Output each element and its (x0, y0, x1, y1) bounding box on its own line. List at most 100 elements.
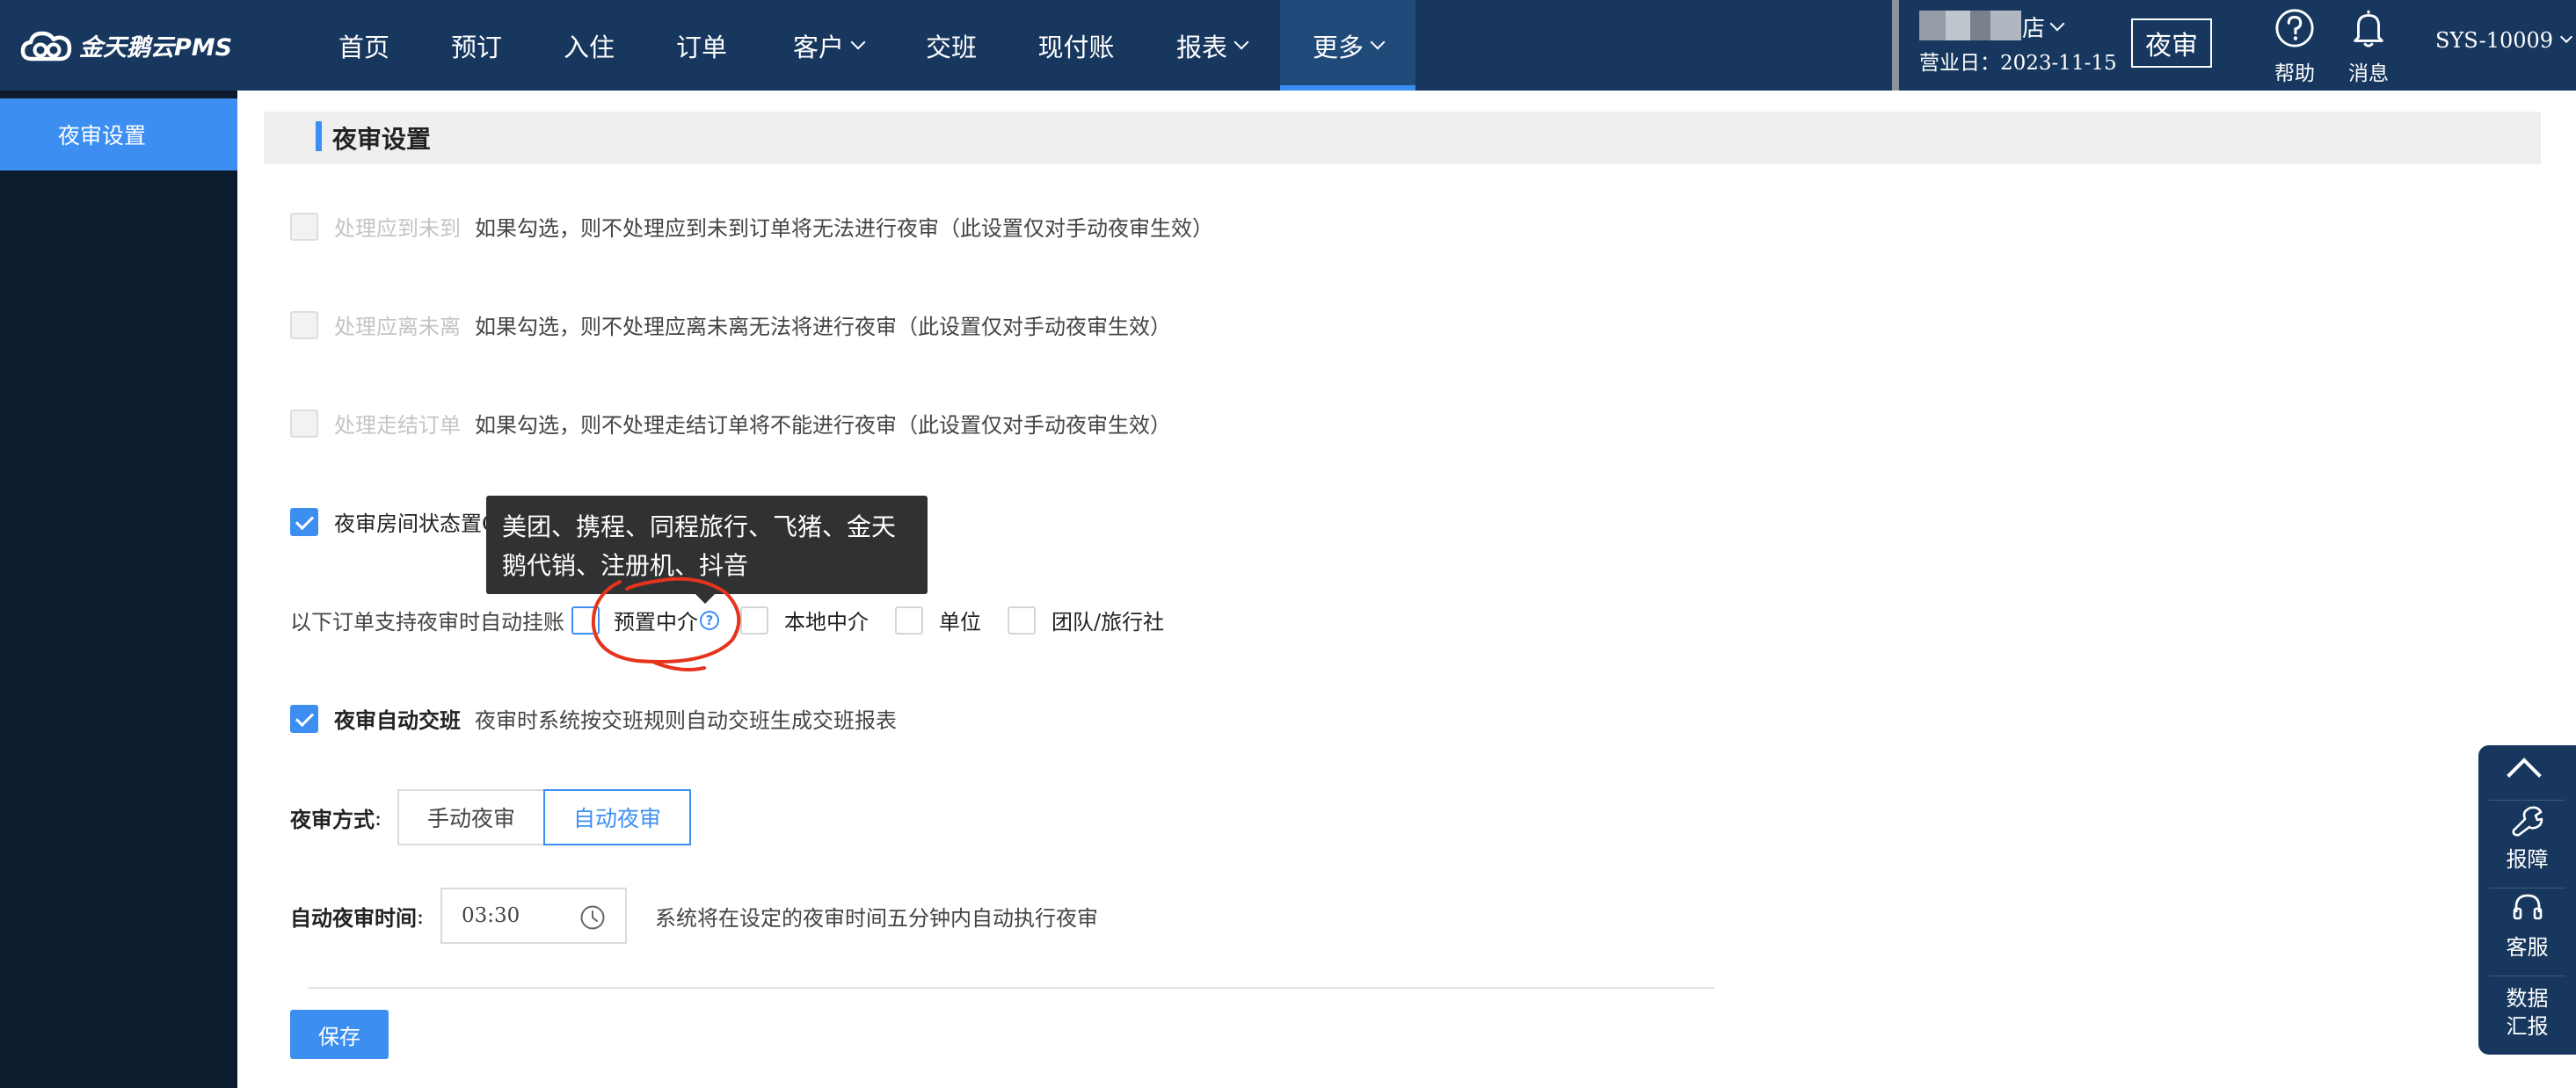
auto-time-picker[interactable]: 03:30 (440, 888, 627, 944)
overdue-checkout-desc: 如果勾选，则不处理应离未离无法将进行夜审（此设置仅对手动夜审生效） (475, 315, 1171, 339)
business-day: 营业日：2023-11-15 (1919, 46, 2117, 76)
auto-audit-option[interactable]: 自动夜审 (543, 789, 692, 845)
chevron-down-icon (850, 34, 866, 49)
option-no-show: 处理应到未到 如果勾选，则不处理应到未到订单将无法进行夜审（此设置仅对手动夜审生… (290, 211, 1213, 242)
overdue-checkout-checkbox[interactable] (290, 310, 318, 339)
nav-shift-label: 交班 (925, 32, 977, 62)
walkout-orders-checkbox[interactable] (290, 409, 318, 438)
room-status-od-checkbox[interactable] (290, 507, 318, 536)
option-walkout-orders: 处理走结订单 如果勾选，则不处理走结订单将不能进行夜审（此设置仅对手动夜审生效） (290, 408, 1171, 439)
audit-mode-label: 夜审方式 (290, 807, 375, 832)
auto-time-colon: : (417, 903, 425, 929)
clock-icon (580, 905, 605, 930)
nav-home[interactable]: 首页 (317, 0, 411, 91)
preset-agent-tooltip: 美团、携程、同程旅行、飞猪、金天鹅代销、注册机、抖音 (486, 496, 928, 604)
local-agent-label: 本地中介 (784, 610, 869, 635)
headset-icon (2513, 894, 2542, 920)
nav-orders-label: 订单 (675, 32, 727, 62)
nav-more-label: 更多 (1312, 32, 1364, 62)
nav-customers[interactable]: 客户 (772, 0, 884, 91)
walkout-orders-label: 处理走结订单 (334, 413, 461, 438)
company-label: 单位 (939, 610, 981, 635)
report-issue-button[interactable]: 报障 (2478, 803, 2576, 873)
data-report-button[interactable]: 数据汇报 (2478, 984, 2576, 1041)
section-header: 夜审设置 (264, 112, 2541, 164)
hotel-switcher[interactable]: 店 (2022, 11, 2065, 43)
option-overdue-checkout: 处理应离未离 如果勾选，则不处理应离未离无法将进行夜审（此设置仅对手动夜审生效） (290, 309, 1171, 340)
floating-divider (2489, 800, 2565, 801)
help-button[interactable]: 帮助 (2259, 7, 2330, 86)
chevron-down-icon (2049, 16, 2065, 31)
preset-agent-label: 预置中介 (614, 610, 698, 635)
local-agent-checkbox[interactable] (740, 606, 768, 635)
bell-icon (2354, 10, 2383, 47)
floating-panel: 报障 客服 数据汇报 (2478, 745, 2576, 1055)
report-issue-label: 报障 (2506, 847, 2549, 872)
nav-booking-label: 预订 (450, 32, 502, 62)
nav-cash-account[interactable]: 现付账 (1022, 0, 1131, 91)
preset-agent-checkbox[interactable] (571, 606, 600, 635)
auto-shift-desc: 夜审时系统按交班规则自动交班生成交班报表 (475, 708, 897, 733)
chevron-down-icon (2559, 30, 2573, 44)
messages-label: 消息 (2348, 62, 2389, 85)
auto-time-label-row: 自动夜审时间: (290, 901, 424, 932)
business-day-label: 营业日： (1919, 52, 2000, 75)
nav-more[interactable]: 更多 (1280, 0, 1415, 91)
data-report-label: 数据汇报 (2506, 986, 2549, 1039)
auto-hang-row: 以下订单支持夜审时自动挂账 预置中介 ? 本地中介 单位 团队/旅行社 (290, 605, 1164, 635)
no-show-label: 处理应到未到 (334, 216, 461, 241)
nav-checkin[interactable]: 入住 (542, 0, 637, 91)
user-name: SYS-10009 (2435, 28, 2554, 53)
nav-customers-label: 客户 (792, 32, 844, 62)
section-accent-bar (316, 121, 322, 151)
nav-checkin-label: 入住 (563, 32, 615, 62)
auto-time-value: 03:30 (462, 904, 520, 927)
nav-reports-label: 报表 (1175, 32, 1227, 62)
audit-mode-label-row: 夜审方式: (290, 802, 382, 833)
cloud-logo-icon (20, 31, 72, 62)
sidebar-item-label: 夜审设置 (58, 123, 147, 149)
option-auto-shift: 夜审自动交班 夜审时系统按交班规则自动交班生成交班报表 (290, 703, 897, 734)
auto-shift-checkbox[interactable] (290, 704, 318, 733)
header-divider (1892, 0, 1899, 91)
night-audit-button[interactable]: 夜审 (2131, 18, 2212, 68)
question-circle-icon[interactable]: ? (700, 610, 719, 630)
audit-mode-toggle: 手动夜审 自动夜审 (397, 789, 692, 845)
app-logo[interactable]: 金天鹅云PMS (19, 25, 232, 65)
hotel-name-redacted (1919, 11, 2021, 40)
save-button[interactable]: 保存 (290, 1010, 389, 1059)
no-show-checkbox[interactable] (290, 212, 318, 241)
audit-mode-colon: : (375, 805, 382, 831)
nav-booking[interactable]: 预订 (429, 0, 524, 91)
nav-cash-account-label: 现付账 (1037, 32, 1115, 62)
help-label: 帮助 (2274, 62, 2315, 85)
floating-divider (2489, 888, 2565, 889)
manual-audit-option[interactable]: 手动夜审 (397, 789, 546, 845)
nav-shift[interactable]: 交班 (904, 0, 999, 91)
auto-hang-label: 以下订单支持夜审时自动挂账 (290, 610, 564, 635)
page-title: 夜审设置 (332, 125, 432, 154)
auto-time-desc: 系统将在设定的夜审时间五分钟内自动执行夜审 (655, 906, 1098, 931)
option-room-status-od: 夜审房间状态置OD (290, 506, 516, 537)
scroll-top-icon[interactable] (2507, 758, 2542, 793)
messages-button[interactable]: 消息 (2333, 7, 2404, 86)
auto-time-label: 自动夜审时间 (290, 905, 417, 931)
group-travel-checkbox[interactable] (1008, 606, 1036, 635)
chevron-down-icon (1233, 34, 1249, 49)
chevron-down-icon (1370, 34, 1386, 49)
nav-orders[interactable]: 订单 (654, 0, 749, 91)
walkout-orders-desc: 如果勾选，则不处理走结订单将不能进行夜审（此设置仅对手动夜审生效） (475, 413, 1171, 438)
hotel-name-suffix: 店 (2022, 16, 2046, 42)
auto-shift-label: 夜审自动交班 (334, 707, 461, 733)
group-travel-label: 团队/旅行社 (1052, 610, 1165, 635)
nav-home-label: 首页 (338, 32, 389, 62)
user-menu[interactable]: SYS-10009 (2435, 28, 2573, 53)
business-day-value: 2023-11-15 (2000, 52, 2117, 75)
sidebar-item-night-audit-settings[interactable]: 夜审设置 (0, 98, 237, 170)
company-checkbox[interactable] (895, 606, 923, 635)
nav-reports[interactable]: 报表 (1155, 0, 1268, 91)
customer-service-label: 客服 (2506, 935, 2549, 960)
top-bar: 金天鹅云PMS 首页 预订 入住 订单 客户 交班 现付账 报表 更多 店 营业… (0, 0, 2576, 91)
form-divider (308, 987, 1714, 989)
customer-service-button[interactable]: 客服 (2478, 891, 2576, 961)
